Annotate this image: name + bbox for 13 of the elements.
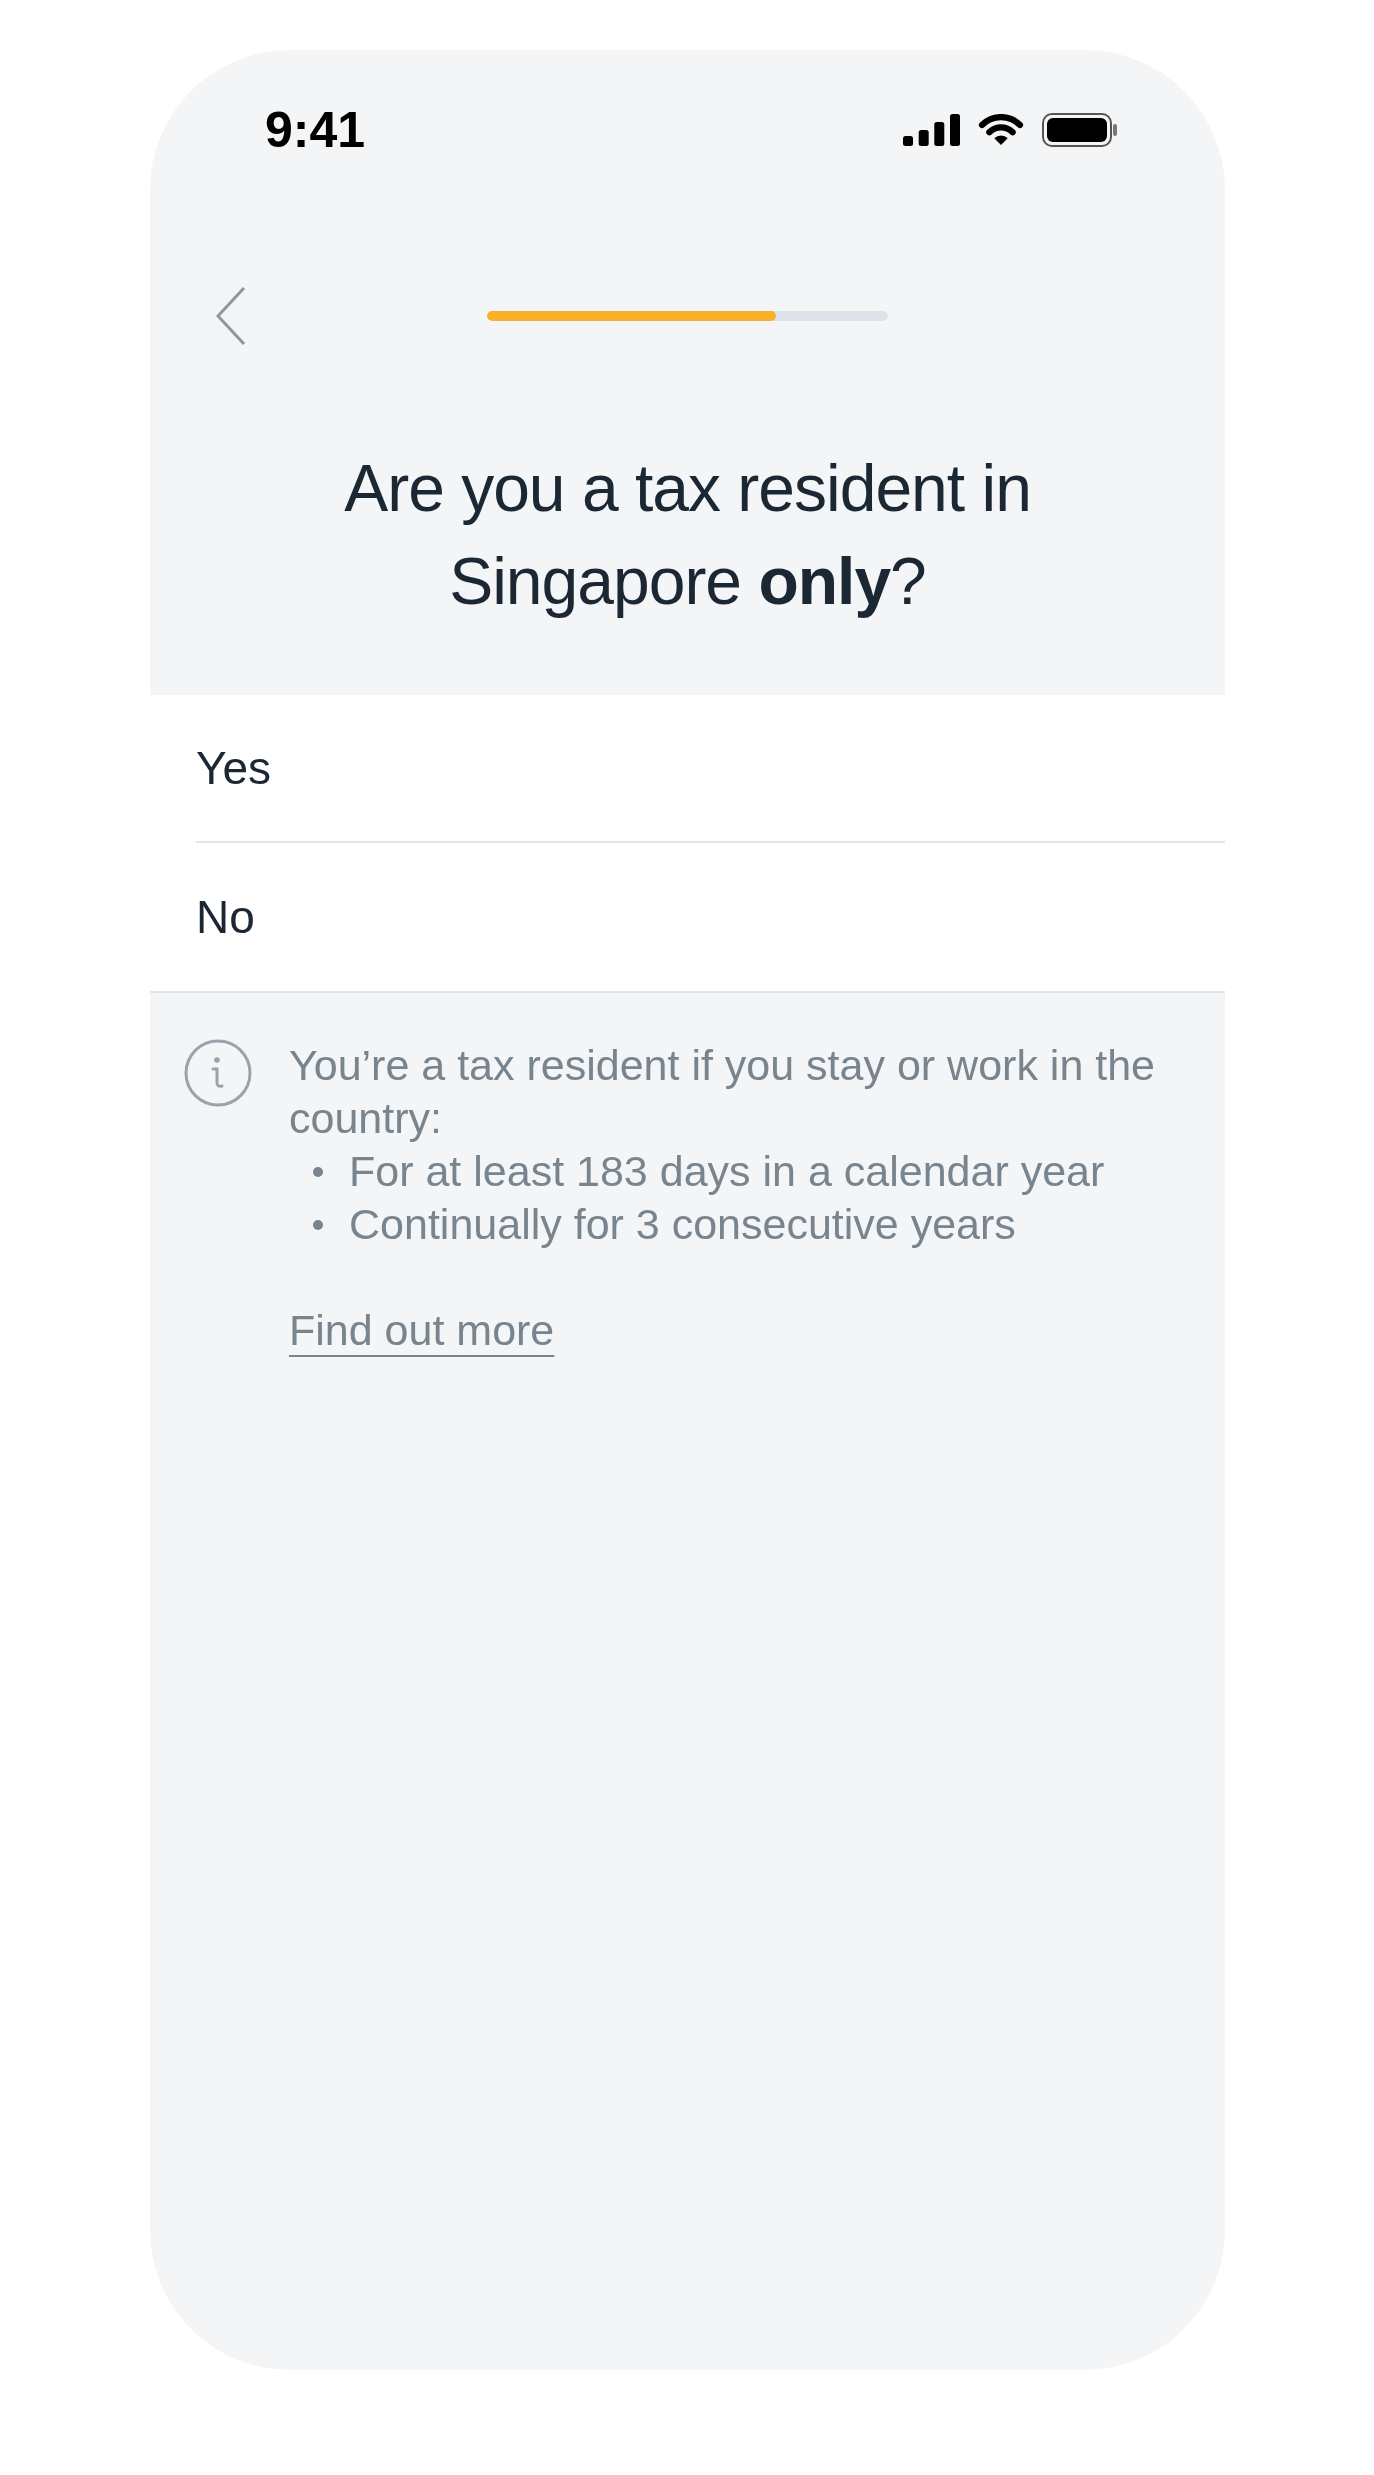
signal-icon <box>903 114 960 146</box>
find-out-more-link[interactable]: Find out more <box>289 1304 555 1357</box>
chevron-left-icon <box>216 286 246 346</box>
info-icon <box>184 1039 252 1107</box>
status-time: 9:41 <box>265 105 366 155</box>
answer-option[interactable]: Yes <box>196 695 1225 843</box>
wifi-icon <box>978 114 1024 146</box>
question-title: Are you a tax resident in Singapore only? <box>343 450 1032 620</box>
battery-icon <box>1042 113 1118 147</box>
bullet-text: For at least 183 days in a calendar year <box>349 1146 1105 1197</box>
bullet-text: Continually for 3 consecutive years <box>349 1199 1016 1250</box>
answer-option[interactable]: No <box>196 843 1225 991</box>
info-text: You’re a tax resident if you stay or work in the country: <box>289 1040 1157 1144</box>
